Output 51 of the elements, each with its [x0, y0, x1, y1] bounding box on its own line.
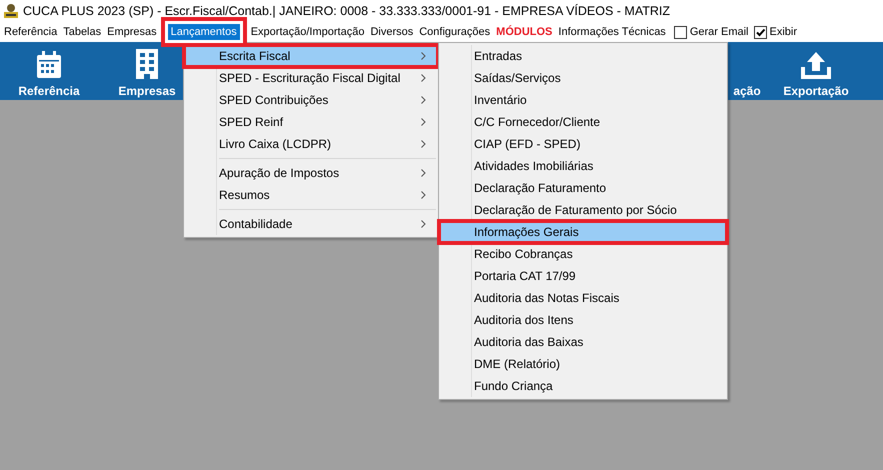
menu-item[interactable]: Tabelas	[60, 24, 104, 40]
chevron-right-icon	[421, 140, 426, 148]
app-logo-icon	[2, 3, 20, 19]
menu-item[interactable]: Configurações	[416, 24, 494, 40]
menu-item[interactable]: MÓDULOS	[493, 24, 556, 40]
chevron-right-icon	[421, 118, 426, 126]
chevron-right-icon	[421, 220, 426, 228]
checkbox-label: Exibir	[770, 26, 798, 38]
upload-icon	[801, 51, 831, 79]
menu-item[interactable]: Diversos	[367, 24, 416, 40]
menu-item[interactable]: Lançamentos	[160, 17, 247, 47]
menu-item[interactable]: C/C Fornecedor/Cliente	[441, 111, 725, 133]
checkbox-label: Gerar Email	[690, 26, 748, 38]
toolbar-button[interactable]: Exportação	[767, 44, 865, 100]
menu-item[interactable]: Portaria CAT 17/99	[441, 265, 725, 287]
chevron-right-icon	[421, 169, 426, 177]
chevron-right-icon	[421, 74, 426, 82]
toolbar-button[interactable]: Referência	[0, 44, 98, 100]
menu-item[interactable]: Entradas	[441, 45, 725, 67]
menu-item[interactable]: Declaração de Faturamento por Sócio	[441, 199, 725, 221]
menu-item[interactable]: Auditoria dos Itens	[441, 309, 725, 331]
menu-item[interactable]: Declaração Faturamento	[441, 177, 725, 199]
calendar-icon	[36, 51, 62, 79]
building-icon	[135, 49, 159, 79]
window-title: CUCA PLUS 2023 (SP) - Escr.Fiscal/Contab.| JANEIRO: 0008 - 33.333.333/0001-91 - EMPRESA VÍDEOS - MATRIZ	[23, 4, 670, 18]
menu-item[interactable]: Informações Gerais	[437, 219, 729, 245]
checkbox[interactable]	[674, 26, 687, 38]
menu-item[interactable]: Recibo Cobranças	[441, 243, 725, 265]
menu-item[interactable]: DME (Relatório)	[441, 353, 725, 375]
menu-item[interactable]: SPED Reinf	[186, 111, 436, 133]
menu-item[interactable]: Inventário	[441, 89, 725, 111]
menu-item[interactable]: Contabilidade	[186, 213, 436, 235]
menu-item[interactable]: Informações Técnicas	[555, 24, 669, 40]
menu-item[interactable]: Fundo Criança	[441, 375, 725, 397]
menu-item[interactable]: Exportação/Importação	[248, 24, 368, 40]
menu-item[interactable]: Auditoria das Baixas	[441, 331, 725, 353]
checkbox[interactable]	[754, 26, 766, 38]
chevron-right-icon	[421, 191, 426, 199]
menu-item[interactable]: Auditoria das Notas Fiscais	[441, 287, 725, 309]
menu-item[interactable]: Apuração de Impostos	[186, 162, 436, 184]
menu-item[interactable]: Atividades Imobiliárias	[441, 155, 725, 177]
menu-item[interactable]: Saídas/Serviços	[441, 67, 725, 89]
menu-item[interactable]: Empresas	[104, 24, 160, 40]
chevron-right-icon	[421, 52, 426, 60]
menu-item[interactable]: Escrita Fiscal	[182, 43, 440, 69]
menu-item[interactable]: Livro Caixa (LCDPR)	[186, 133, 436, 155]
menu-item[interactable]: Resumos	[186, 184, 436, 206]
chevron-right-icon	[421, 96, 426, 104]
toolbar-button[interactable]: ação	[727, 44, 767, 100]
menu-item[interactable]: CIAP (EFD - SPED)	[441, 133, 725, 155]
menu-item[interactable]: Referência	[1, 24, 60, 40]
